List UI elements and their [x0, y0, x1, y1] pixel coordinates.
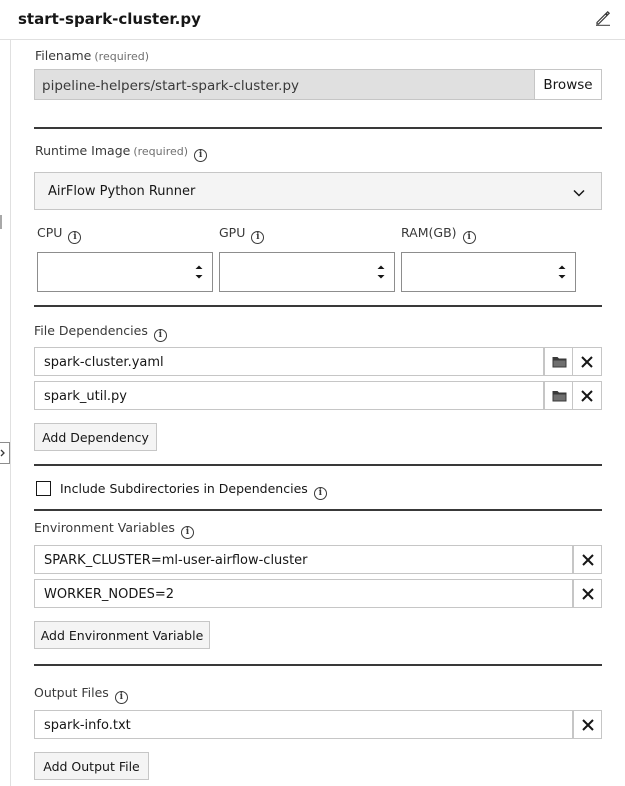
- add-dependency-button[interactable]: Add Dependency: [34, 423, 157, 451]
- browse-folder-button[interactable]: [544, 347, 573, 376]
- ram-input[interactable]: [401, 252, 576, 292]
- close-icon: [582, 554, 594, 566]
- env-var-field[interactable]: WORKER_NODES=2: [34, 579, 573, 608]
- folder-icon: [552, 357, 567, 368]
- chevron-down-icon: [573, 186, 585, 201]
- remove-dependency-button[interactable]: [573, 347, 602, 376]
- panel-title: start-spark-cluster.py: [18, 10, 201, 28]
- dependency-field[interactable]: spark_util.py: [34, 381, 544, 410]
- stepper-icon[interactable]: [377, 264, 385, 284]
- section-divider: [34, 127, 602, 129]
- panel-left-border: [10, 40, 11, 786]
- info-icon[interactable]: i: [68, 231, 82, 244]
- env-var-field[interactable]: SPARK_CLUSTER=ml-user-airflow-cluster: [34, 545, 573, 574]
- info-icon[interactable]: i: [462, 231, 476, 244]
- output-file-field[interactable]: spark-info.txt: [34, 710, 573, 739]
- add-output-file-button[interactable]: Add Output File: [34, 752, 149, 780]
- folder-icon: [552, 391, 567, 402]
- collapse-toggle[interactable]: [0, 442, 10, 464]
- remove-env-var-button[interactable]: [573, 579, 602, 608]
- browse-button[interactable]: Browse: [534, 69, 602, 100]
- remove-output-file-button[interactable]: [573, 710, 602, 739]
- panel-header: start-spark-cluster.py: [0, 0, 625, 40]
- chevron-right-icon: [0, 449, 5, 457]
- info-icon[interactable]: i: [251, 231, 265, 244]
- section-divider: [34, 305, 602, 307]
- remove-env-var-button[interactable]: [573, 545, 602, 574]
- info-icon[interactable]: i: [180, 526, 194, 539]
- dependencies-label: File Dependencies i: [34, 323, 167, 342]
- info-icon[interactable]: i: [114, 691, 128, 704]
- remove-dependency-button[interactable]: [573, 381, 602, 410]
- include-subdirectories-label: Include Subdirectories in Dependencies i: [60, 481, 327, 500]
- env-vars-label: Environment Variables i: [34, 520, 194, 539]
- filename-field[interactable]: pipeline-helpers/start-spark-cluster.py: [34, 69, 534, 100]
- runtime-selected-value: AirFlow Python Runner: [48, 184, 196, 199]
- ram-label: RAM(GB) i: [401, 225, 476, 244]
- add-env-var-button[interactable]: Add Environment Variable: [34, 621, 210, 649]
- runtime-image-select[interactable]: AirFlow Python Runner: [34, 172, 602, 210]
- close-icon: [581, 356, 593, 368]
- output-files-label: Output Files i: [34, 685, 128, 704]
- info-icon[interactable]: i: [194, 149, 208, 162]
- section-divider: [34, 509, 602, 511]
- dependency-field[interactable]: spark-cluster.yaml: [34, 347, 544, 376]
- cpu-input[interactable]: [37, 252, 213, 292]
- include-subdirectories-checkbox[interactable]: [36, 481, 51, 496]
- browse-folder-button[interactable]: [544, 381, 573, 410]
- section-divider: [34, 664, 602, 666]
- runtime-label: Runtime Image (required) i: [35, 143, 208, 162]
- required-tag: (required): [94, 50, 150, 63]
- filename-label: Filename (required): [35, 48, 150, 63]
- stepper-icon[interactable]: [195, 264, 203, 284]
- gpu-input[interactable]: [219, 252, 395, 292]
- required-tag: (required): [133, 145, 189, 158]
- info-icon[interactable]: i: [313, 487, 327, 500]
- info-icon[interactable]: i: [153, 329, 167, 342]
- pencil-icon[interactable]: [595, 10, 613, 28]
- resize-handle[interactable]: [0, 215, 2, 229]
- close-icon: [582, 588, 594, 600]
- gpu-label: GPU i: [219, 225, 265, 244]
- close-icon: [581, 390, 593, 402]
- cpu-label: CPU i: [37, 225, 82, 244]
- close-icon: [582, 719, 594, 731]
- section-divider: [34, 464, 602, 466]
- stepper-icon[interactable]: [558, 264, 566, 284]
